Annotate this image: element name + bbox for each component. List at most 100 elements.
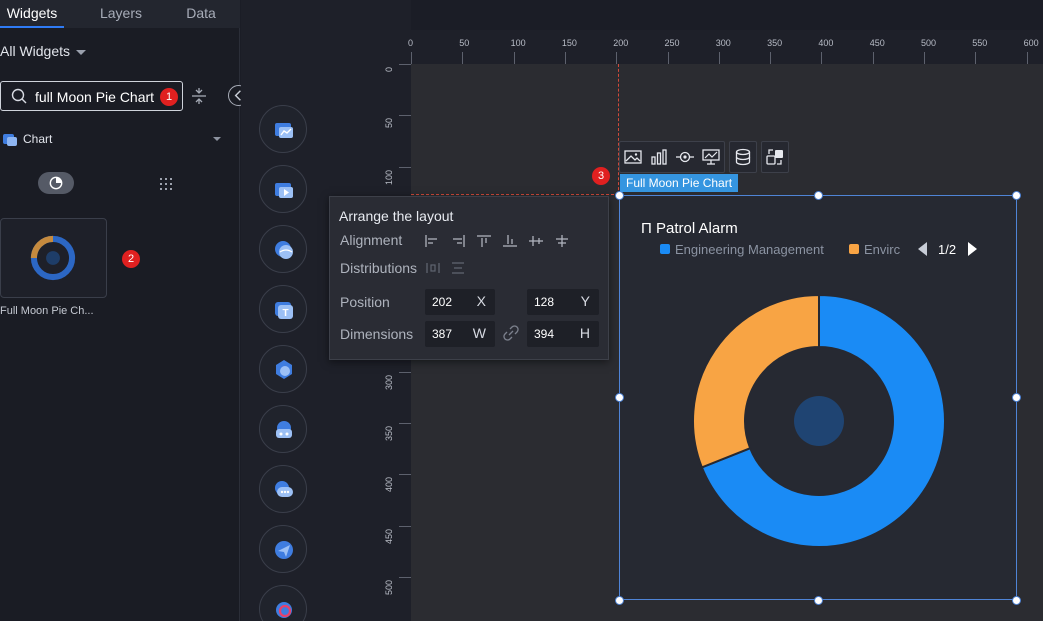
component-button-3[interactable]: [259, 225, 307, 273]
distribute-horizontal-icon[interactable]: [426, 262, 440, 274]
donut-slice-envirc[interactable]: [692, 293, 820, 469]
height-field[interactable]: 394 H: [527, 321, 599, 347]
height-unit: H: [579, 325, 590, 341]
align-left-icon[interactable]: [424, 234, 440, 248]
data-button[interactable]: [730, 142, 756, 172]
distribute-vertical-icon[interactable]: [451, 262, 465, 274]
dimensions-label: Dimensions: [340, 326, 414, 342]
ruler-v-tick-label: 400: [384, 477, 394, 493]
ruler-h-tick-label: 150: [561, 38, 577, 48]
image-button[interactable]: [620, 142, 646, 172]
ruler-h-tick-line: [821, 52, 823, 64]
ruler-h-tick-label: 400: [818, 38, 834, 48]
replace-button[interactable]: [762, 142, 788, 172]
send-icon: [275, 541, 293, 559]
donut-chart: [692, 293, 946, 548]
chart-image-icon: [275, 123, 293, 138]
display-button[interactable]: [698, 142, 724, 172]
search-input[interactable]: [35, 87, 157, 107]
align-center-icon[interactable]: [554, 234, 570, 248]
resize-handle-bottom[interactable]: [814, 596, 823, 605]
ruler-v-tick-line: [399, 423, 411, 425]
ruler-v-tick-label: 450: [384, 528, 394, 544]
component-button-1[interactable]: [259, 105, 307, 153]
ruler-v-tick-label: 100: [384, 169, 394, 185]
width-field[interactable]: 387 W: [425, 321, 495, 347]
resize-handle-bottom-right[interactable]: [1012, 596, 1021, 605]
position-y-value: 128: [534, 295, 555, 309]
widget-card-full-moon-pie[interactable]: [0, 218, 107, 298]
ruler-h-tick-line: [872, 52, 874, 64]
align-right-icon[interactable]: [450, 234, 466, 248]
ruler-h-tick-label: 350: [767, 38, 783, 48]
grid-view-icon[interactable]: [158, 176, 174, 192]
component-button-2[interactable]: [259, 165, 307, 213]
ruler-h-tick-line: [513, 52, 515, 64]
ruler-v-tick-line: [399, 64, 411, 65]
full-moon-pie-thumbnail-icon: [30, 235, 76, 281]
component-button-5[interactable]: [259, 345, 307, 393]
ruler-h-tick-line: [667, 52, 669, 64]
ruler-v-tick-line: [399, 115, 411, 117]
position-y-unit: Y: [580, 293, 590, 309]
resize-handle-top[interactable]: [814, 191, 823, 200]
ruler-h-tick-label: 100: [510, 38, 526, 48]
resize-handle-right[interactable]: [1012, 393, 1021, 402]
component-button-6[interactable]: [259, 405, 307, 453]
horizontal-ruler: 0 50 100 150 200 250 300 350 400 450 500 550 600: [408, 30, 1043, 64]
component-button-4[interactable]: T: [259, 285, 307, 333]
selected-widget-label: Full Moon Pie Chart: [620, 174, 739, 192]
resize-handle-top-right[interactable]: [1012, 191, 1021, 200]
all-widgets-label: All Widgets: [0, 43, 71, 59]
monitor-icon: [702, 149, 720, 165]
alignment-label: Alignment: [340, 232, 403, 248]
align-middle-icon[interactable]: [528, 234, 544, 248]
svg-text:T: T: [282, 308, 288, 319]
ruler-v-tick-label: 500: [384, 579, 394, 595]
all-widgets-dropdown[interactable]: All Widgets: [0, 43, 87, 59]
resize-handle-left[interactable]: [615, 393, 624, 402]
ruler-h-tick-label: 0: [408, 38, 414, 48]
tab-widgets[interactable]: Widgets: [0, 0, 64, 28]
position-y-field[interactable]: 128 Y: [527, 289, 599, 315]
interaction-button[interactable]: [672, 142, 698, 172]
ruler-v-tick-line: [399, 577, 411, 578]
resize-handle-bottom-left[interactable]: [615, 596, 624, 605]
chart-button[interactable]: [646, 142, 672, 172]
component-button-8[interactable]: [259, 525, 307, 573]
pie-icon: [49, 176, 63, 190]
pie-view-toggle[interactable]: [38, 172, 74, 194]
position-label: Position: [340, 294, 390, 310]
ruler-h-tick-label: 250: [664, 38, 680, 48]
ruler-h-tick-line: [411, 52, 412, 64]
step-badge-1: 1: [160, 88, 178, 106]
position-x-field[interactable]: 202 X: [425, 289, 495, 315]
toolbar-group-replace: [761, 141, 789, 173]
tab-data[interactable]: Data: [178, 0, 224, 28]
component-button-9[interactable]: [259, 585, 307, 621]
category-chart[interactable]: Chart: [0, 131, 225, 149]
ruler-h-tick-line: [770, 52, 772, 64]
tab-layers[interactable]: Layers: [64, 0, 178, 28]
text-icon: T: [275, 302, 293, 319]
step-badge-3: 3: [592, 167, 610, 185]
component-button-7[interactable]: [259, 465, 307, 513]
ruler-h-tick-label: 600: [1023, 38, 1039, 48]
search-icon: [11, 88, 27, 104]
collapse-all-icon[interactable]: [190, 87, 208, 105]
chart-category-icon: [3, 134, 17, 146]
width-unit: W: [472, 325, 486, 341]
chevron-down-icon: [76, 49, 87, 55]
cloud-dashboard-icon: [276, 421, 292, 438]
link-icon[interactable]: [503, 325, 519, 341]
resize-handle-top-left[interactable]: [615, 191, 624, 200]
ruler-h-tick-line: [924, 52, 925, 64]
full-moon-pie-chart-widget[interactable]: Π Patrol Alarm Engineering Management En…: [619, 195, 1017, 600]
toolbar-group-data: [729, 141, 757, 173]
widgets-panel: Widgets Layers Data All Widgets 1 Chart: [0, 0, 240, 621]
align-bottom-icon[interactable]: [502, 234, 518, 248]
align-top-icon[interactable]: [476, 234, 492, 248]
ruler-v-tick-label: 300: [384, 374, 394, 390]
widget-search[interactable]: [0, 81, 183, 111]
chat-icon: [275, 481, 293, 497]
